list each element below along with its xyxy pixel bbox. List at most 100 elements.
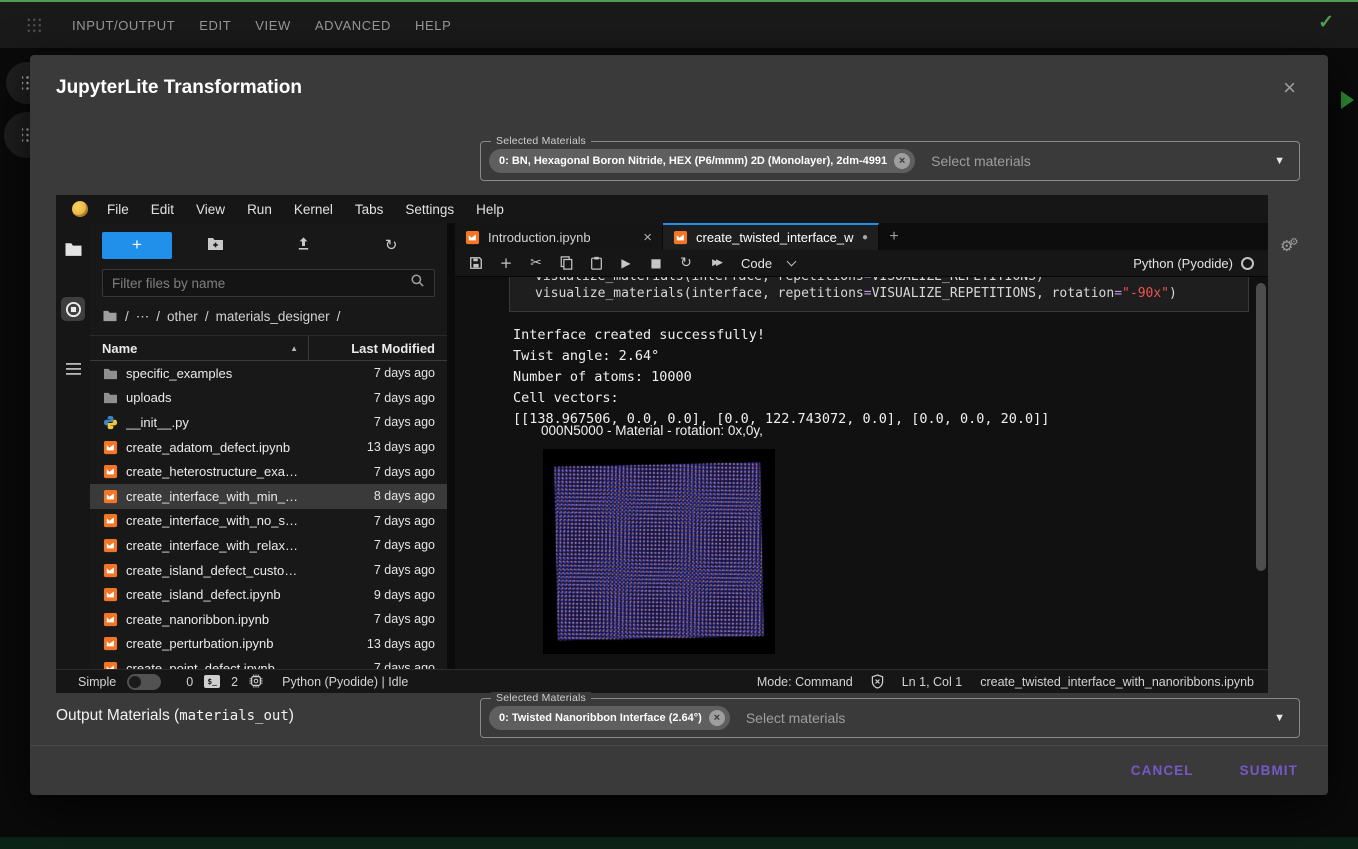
output-materials-select[interactable]: Selected Materials 0: Twisted Nanoribbon… (480, 698, 1300, 738)
file-row[interactable]: create_adatom_defect.ipynb 13 days ago (90, 435, 447, 460)
input-material-chip-label: 0: BN, Hexagonal Boron Nitride, HEX (P6/… (499, 155, 887, 167)
submit-button[interactable]: SUBMIT (1240, 763, 1298, 778)
file-type-icon (102, 440, 118, 455)
tab-close-icon[interactable]: × (643, 229, 652, 246)
file-row[interactable]: __init__.py 7 days ago (90, 410, 447, 435)
cell-type-dropdown[interactable]: Code (741, 256, 795, 271)
file-row[interactable]: uploads 7 days ago (90, 386, 447, 411)
file-row[interactable]: create_heterostructure_exa… 7 days ago (90, 459, 447, 484)
shield-x-icon[interactable] (871, 674, 884, 689)
file-modified: 7 days ago (323, 612, 435, 626)
jupyter-menu-item[interactable]: Settings (394, 202, 465, 217)
output-material-chip[interactable]: 0: Twisted Nanoribbon Interface (2.64°) … (489, 706, 730, 730)
material-viewer-label: 000N5000 - Material - rotation: 0x,0y, (541, 423, 763, 438)
input-materials-select[interactable]: Selected Materials 0: BN, Hexagonal Boro… (480, 141, 1300, 181)
file-row[interactable]: create_interface_with_relax… 7 days ago (90, 533, 447, 558)
tab-introduction[interactable]: Introduction.ipynb × (455, 223, 663, 250)
panel-sash[interactable] (447, 223, 455, 669)
app-menu-item[interactable]: VIEW (255, 18, 291, 33)
file-list-header: Name ▲ Last Modified (90, 335, 447, 361)
restart-kernel-button[interactable]: ↻ (671, 255, 701, 271)
new-launcher-button[interactable]: + (102, 232, 172, 259)
run-cell-button[interactable]: ▶ (611, 256, 641, 270)
save-button[interactable] (461, 256, 491, 271)
home-folder-icon[interactable] (102, 309, 118, 325)
terminal-icon: $_ (204, 675, 220, 688)
terminals-count[interactable]: 0 (186, 675, 193, 689)
jupyter-menu-item[interactable]: Run (236, 202, 283, 217)
breadcrumb-segment[interactable]: ⋯ (136, 309, 150, 325)
drag-handle-icon[interactable] (26, 17, 42, 33)
play-arrow-icon[interactable] (1341, 91, 1358, 109)
restart-run-all-button[interactable]: ▶▶ (701, 258, 731, 268)
running-kernels-tab-icon[interactable] (61, 297, 85, 321)
chevron-down-icon[interactable]: ▼ (1274, 155, 1285, 167)
chip-remove-icon[interactable]: × (894, 153, 910, 169)
kernel-indicator[interactable]: Python (Pyodide) (1133, 256, 1262, 271)
file-modified: 7 days ago (323, 391, 435, 405)
new-folder-icon[interactable] (172, 236, 260, 254)
breadcrumb-segment[interactable]: materials_designer (216, 309, 330, 325)
breadcrumb-segment[interactable]: / (125, 309, 129, 325)
jupyter-menu-item[interactable]: View (185, 202, 236, 217)
breadcrumb-segment[interactable]: / (337, 309, 341, 325)
column-header-modified[interactable]: Last Modified (308, 336, 435, 360)
copy-cells-button[interactable] (551, 256, 581, 271)
breadcrumb-segment[interactable]: other (167, 309, 198, 325)
upload-icon[interactable] (260, 236, 348, 255)
app-menu-item[interactable]: EDIT (199, 18, 231, 33)
file-row[interactable]: create_island_defect.ipynb 9 days ago (90, 582, 447, 607)
stop-icon: ■ (650, 256, 661, 270)
jupyter-menu-item[interactable]: Tabs (344, 202, 395, 217)
column-header-name[interactable]: Name ▲ (102, 336, 308, 360)
cancel-button[interactable]: CANCEL (1131, 763, 1194, 778)
breadcrumb-segment[interactable]: / (205, 309, 209, 325)
code-cell-editor[interactable]: visualize_materials(interface, repetitio… (509, 277, 1249, 312)
app-menu-item[interactable]: INPUT/OUTPUT (72, 18, 175, 33)
refresh-icon[interactable]: ↻ (347, 236, 435, 254)
file-modified: 7 days ago (323, 538, 435, 552)
file-filter-input[interactable] (112, 276, 410, 291)
insert-cell-button[interactable]: + (491, 254, 521, 272)
app-menu-item[interactable]: ADVANCED (315, 18, 391, 33)
check-icon[interactable]: ✓ (1318, 11, 1334, 34)
file-row[interactable]: create_perturbation.ipynb 13 days ago (90, 632, 447, 657)
file-row[interactable]: create_point_defect.ipynb 7 days ago (90, 656, 447, 669)
file-browser-tab-folder-icon[interactable] (61, 237, 85, 261)
dialog-footer: CANCEL SUBMIT (30, 745, 1328, 795)
app-menu-item[interactable]: HELP (415, 18, 451, 33)
input-material-chip[interactable]: 0: BN, Hexagonal Boron Nitride, HEX (P6/… (489, 149, 915, 173)
notebook-scrollbar-thumb[interactable] (1256, 283, 1266, 571)
file-type-icon (102, 390, 118, 405)
cursor-position[interactable]: Ln 1, Col 1 (902, 675, 962, 689)
paste-cells-button[interactable] (581, 256, 611, 271)
kernels-count[interactable]: 2 (231, 675, 238, 689)
jupyter-menu-item[interactable]: Edit (140, 202, 185, 217)
file-row[interactable]: create_interface_with_no_s… 7 days ago (90, 509, 447, 534)
jupyter-menu-item[interactable]: Help (465, 202, 515, 217)
file-row[interactable]: create_nanoribbon.ipynb 7 days ago (90, 607, 447, 632)
jupyter-menu-item[interactable]: File (96, 202, 140, 217)
file-type-icon (102, 612, 118, 627)
kernel-status-text[interactable]: Python (Pyodide) | Idle (282, 675, 408, 689)
close-icon[interactable]: × (1283, 77, 1296, 99)
chip-remove-icon[interactable]: × (709, 710, 725, 726)
cut-cells-button[interactable]: ✂ (521, 255, 551, 271)
material-structure-canvas[interactable] (543, 449, 775, 654)
file-row[interactable]: create_interface_with_min_… 8 days ago (90, 484, 447, 509)
file-row[interactable]: create_island_defect_custo… 7 days ago (90, 558, 447, 583)
chevron-down-icon[interactable]: ▼ (1274, 712, 1285, 724)
jupyter-menu-item[interactable]: Kernel (283, 202, 344, 217)
new-tab-button[interactable]: + (879, 223, 909, 250)
simple-mode-toggle[interactable] (127, 674, 161, 690)
restart-icon: ↻ (680, 255, 692, 271)
cut-icon: ✂ (530, 255, 542, 271)
interrupt-kernel-button[interactable]: ■ (641, 256, 671, 270)
breadcrumb-segment[interactable]: / (156, 309, 160, 325)
tab-create-twisted-interface[interactable]: create_twisted_interface_w ● (663, 223, 879, 250)
file-browser-panel: + ↻ (90, 223, 447, 669)
transformation-settings-gears-icon[interactable]: ⚙⚙ (1280, 237, 1298, 255)
table-of-contents-tab-icon[interactable] (61, 357, 85, 381)
file-row[interactable]: specific_examples 7 days ago (90, 361, 447, 386)
breadcrumb[interactable]: / ⋯ / other / materials_designer / (102, 306, 435, 328)
